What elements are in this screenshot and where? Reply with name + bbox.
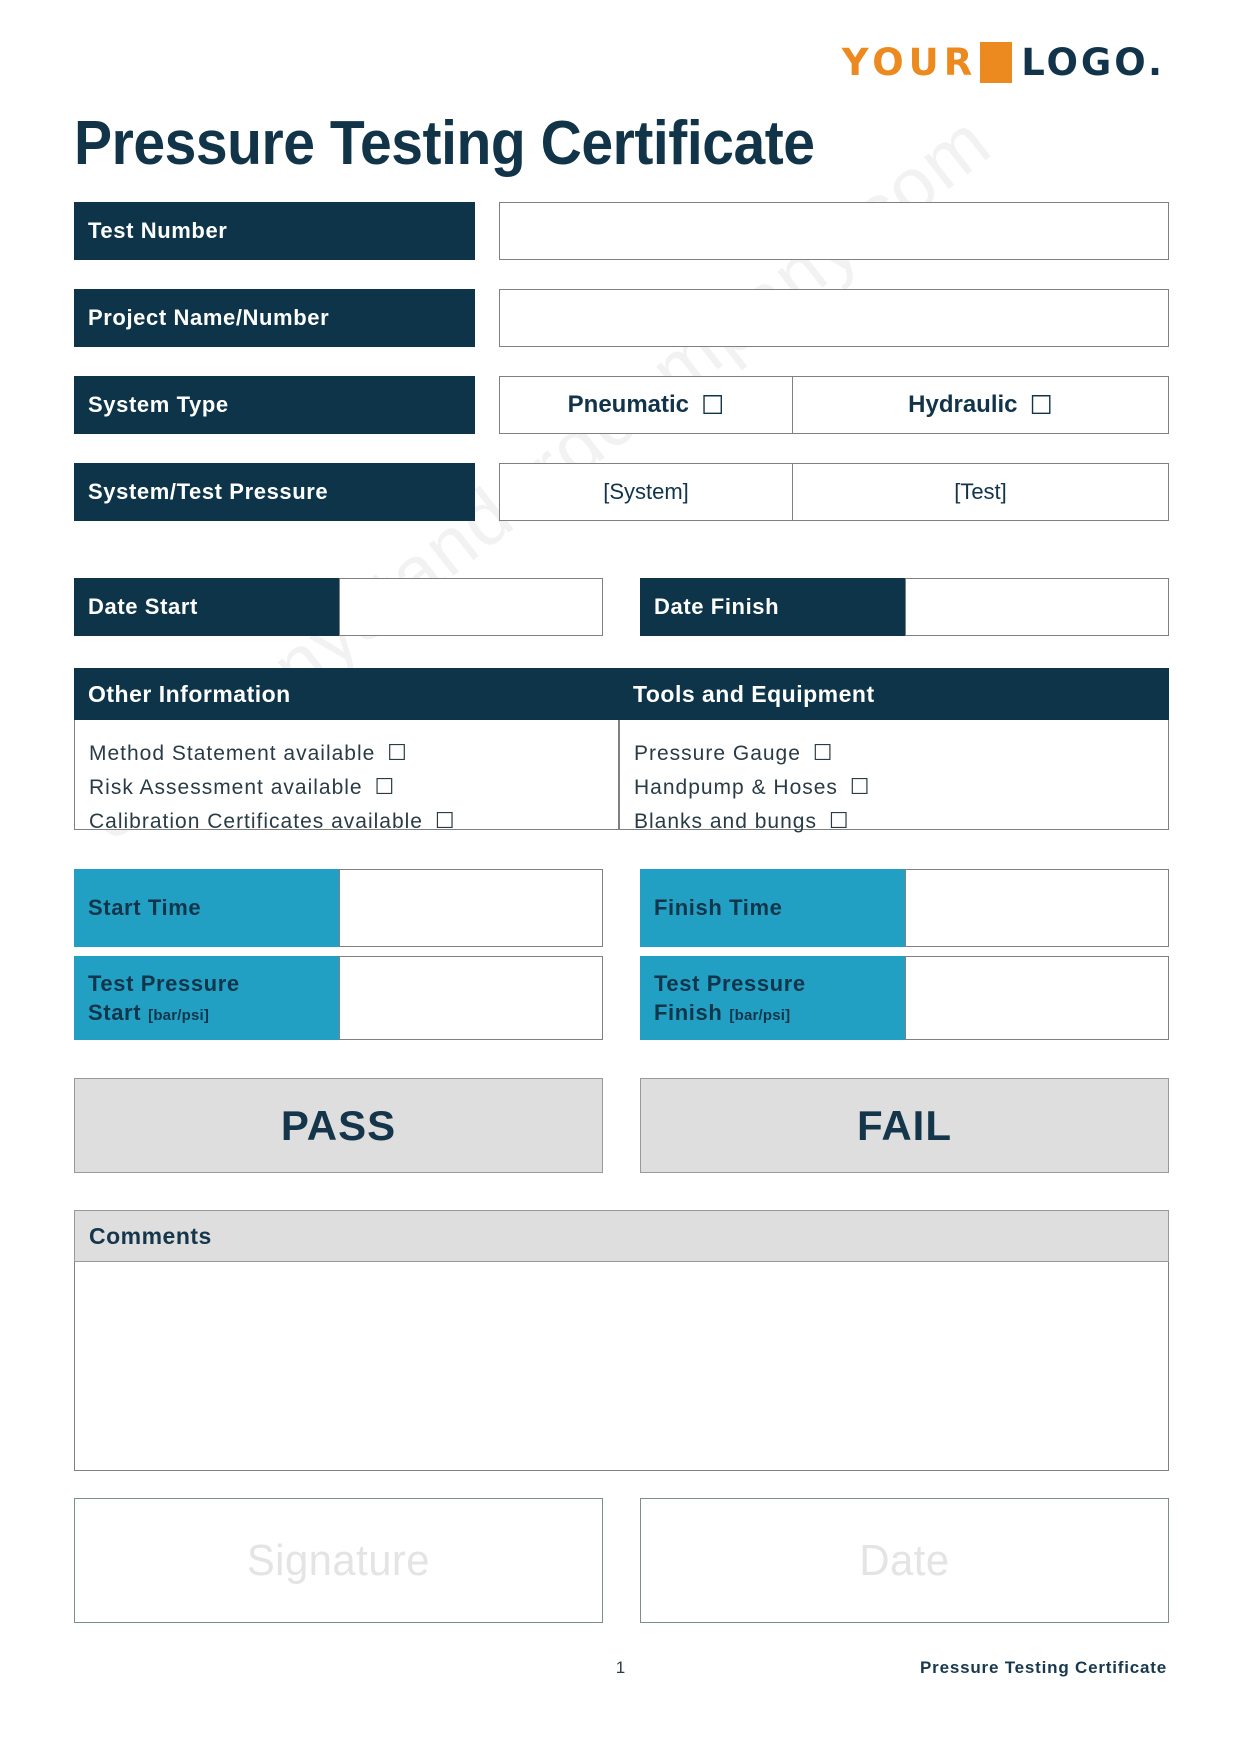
input-test-pressure-finish[interactable]: [905, 956, 1169, 1040]
option-pneumatic-label: Pneumatic: [567, 391, 690, 418]
logo-word-your: YOUR: [841, 40, 978, 84]
tp-start-line2: Start: [88, 1000, 142, 1025]
input-test-pressure-start[interactable]: [339, 956, 603, 1040]
option-pneumatic[interactable]: Pneumatic ☐: [499, 376, 793, 434]
input-system-pressure[interactable]: [System]: [499, 463, 793, 521]
tp-start-unit: [bar/psi]: [148, 1007, 210, 1024]
label-system-test-pressure: System/Test Pressure: [74, 463, 475, 521]
row-finish-time: Finish Time: [640, 869, 1169, 947]
signoff-date-field[interactable]: Date: [640, 1498, 1169, 1623]
heading-tools-equipment: Tools and Equipment: [619, 668, 1169, 720]
row-date-start: Date Start: [74, 578, 603, 636]
signoff-date-placeholder: Date: [859, 1535, 950, 1585]
list-item[interactable]: Pressure Gauge ☐: [634, 736, 1168, 770]
row-project-name: Project Name/Number: [74, 289, 1169, 347]
logo-square-icon: [980, 41, 1013, 83]
company-logo: YOUR LOGO.: [842, 38, 1165, 86]
logo-word-logo: LOGO.: [1021, 40, 1165, 84]
tools-item-1-label: Handpump & Hoses: [634, 775, 838, 799]
input-start-time[interactable]: [339, 869, 603, 947]
input-date-finish[interactable]: [905, 578, 1169, 636]
panel-comments: Comments: [74, 1210, 1169, 1471]
row-test-pressure-finish: Test Pressure Finish [bar/psi]: [640, 956, 1169, 1040]
row-system-test-pressure: System/Test Pressure [System] [Test]: [74, 463, 1169, 521]
input-test-pressure[interactable]: [Test]: [793, 463, 1169, 521]
option-hydraulic[interactable]: Hydraulic ☐: [793, 376, 1169, 434]
checkbox-hydraulic-icon[interactable]: ☐: [1030, 390, 1053, 421]
list-other-information: Method Statement available ☐ Risk Assess…: [74, 720, 619, 833]
pass-button[interactable]: PASS: [74, 1078, 603, 1173]
label-test-number: Test Number: [74, 202, 475, 260]
row-test-number: Test Number: [74, 202, 1169, 260]
tools-item-2-label: Blanks and bungs: [634, 809, 817, 833]
checkbox-risk-assessment-icon[interactable]: ☐: [374, 774, 395, 799]
row-date-finish: Date Finish: [640, 578, 1169, 636]
label-finish-time: Finish Time: [640, 869, 905, 947]
fail-button[interactable]: FAIL: [640, 1078, 1169, 1173]
checkbox-pressure-gauge-icon[interactable]: ☐: [813, 740, 834, 765]
label-test-pressure-start: Test Pressure Start [bar/psi]: [74, 956, 339, 1040]
input-project-name[interactable]: [499, 289, 1169, 347]
tools-item-0-label: Pressure Gauge: [634, 742, 801, 765]
input-test-number[interactable]: [499, 202, 1169, 260]
label-test-pressure-finish: Test Pressure Finish [bar/psi]: [640, 956, 905, 1040]
signature-field[interactable]: Signature: [74, 1498, 603, 1623]
list-item[interactable]: Risk Assessment available ☐: [89, 770, 618, 804]
heading-other-information: Other Information: [74, 668, 619, 720]
tp-finish-unit: [bar/psi]: [729, 1007, 791, 1024]
checkbox-blanks-bungs-icon[interactable]: ☐: [829, 808, 850, 833]
footer-document-name: Pressure Testing Certificate: [920, 1658, 1167, 1677]
certificate-page: companystandardcompany.com YOUR LOGO. Pr…: [0, 0, 1241, 1755]
input-comments[interactable]: [74, 1262, 1169, 1471]
other-info-item-1-label: Risk Assessment available: [89, 775, 363, 799]
other-info-item-2-label: Calibration Certificates available: [89, 809, 423, 833]
other-info-item-0-label: Method Statement available: [89, 742, 376, 765]
row-start-time: Start Time: [74, 869, 603, 947]
signature-placeholder: Signature: [246, 1535, 431, 1585]
label-date-start: Date Start: [74, 578, 339, 636]
checkbox-method-statement-icon[interactable]: ☐: [387, 740, 408, 765]
label-project-name: Project Name/Number: [74, 289, 475, 347]
panel-tools-equipment: Tools and Equipment Pressure Gauge ☐ Han…: [619, 668, 1169, 833]
checkbox-calibration-certificates-icon[interactable]: ☐: [435, 808, 456, 833]
heading-comments: Comments: [74, 1210, 1169, 1262]
list-item[interactable]: Blanks and bungs ☐: [634, 804, 1168, 838]
list-item[interactable]: Calibration Certificates available ☐: [89, 804, 618, 838]
list-item[interactable]: Handpump & Hoses ☐: [634, 770, 1168, 804]
page-footer: 1 Pressure Testing Certificate: [74, 1658, 1167, 1678]
tp-finish-line1: Test Pressure: [654, 970, 806, 996]
checkbox-handpump-hoses-icon[interactable]: ☐: [850, 774, 871, 799]
option-hydraulic-label: Hydraulic: [908, 391, 1018, 418]
row-system-type: System Type Pneumatic ☐ Hydraulic ☐: [74, 376, 1169, 434]
input-date-start[interactable]: [339, 578, 603, 636]
checkbox-pneumatic-icon[interactable]: ☐: [701, 390, 724, 421]
page-title: Pressure Testing Certificate: [74, 109, 815, 178]
list-item[interactable]: Method Statement available ☐: [89, 736, 618, 770]
label-system-type: System Type: [74, 376, 475, 434]
row-test-pressure-start: Test Pressure Start [bar/psi]: [74, 956, 603, 1040]
label-start-time: Start Time: [74, 869, 339, 947]
list-tools-equipment: Pressure Gauge ☐ Handpump & Hoses ☐ Blan…: [619, 720, 1169, 833]
tp-start-line1: Test Pressure: [88, 970, 240, 996]
label-date-finish: Date Finish: [640, 578, 905, 636]
input-finish-time[interactable]: [905, 869, 1169, 947]
tp-finish-line2: Finish: [654, 1000, 723, 1025]
panel-other-information: Other Information Method Statement avail…: [74, 668, 619, 833]
